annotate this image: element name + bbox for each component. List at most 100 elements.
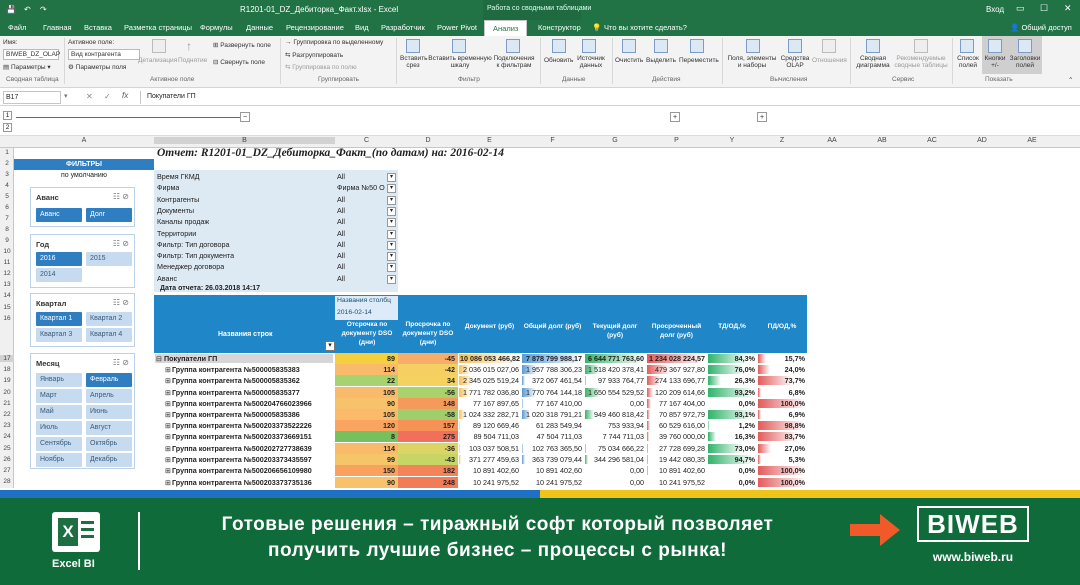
slicer-item[interactable]: Декабрь (86, 453, 132, 467)
row-header[interactable]: 24 (0, 433, 14, 440)
value-cell[interactable]: 77 167 410,00 (521, 398, 584, 409)
slicer-item[interactable]: Квартал 4 (86, 328, 132, 342)
dso-delay-cell[interactable]: 105 (335, 409, 398, 420)
value-cell[interactable]: 7 878 799 988,17 (521, 353, 584, 364)
tab-insert[interactable]: Вставка (84, 23, 112, 32)
expand-row-icon[interactable]: ⊞ (165, 467, 171, 475)
value-cell[interactable]: 1 650 554 529,52 (584, 387, 646, 398)
row-header[interactable]: 22 (0, 411, 14, 418)
drillup-button[interactable]: Поднятие (178, 57, 207, 64)
percent-cell[interactable]: 94,7% (707, 454, 757, 465)
undo-icon[interactable]: ↶ (24, 5, 31, 14)
value-cell[interactable]: 0,00 (584, 398, 646, 409)
row-label[interactable]: Группа контрагента №500203373522226 (172, 421, 340, 430)
value-cell[interactable]: 103 037 508,51 (458, 443, 521, 454)
column-header[interactable]: F (521, 137, 584, 144)
column-header[interactable]: AC (907, 137, 957, 144)
column-labels-header[interactable]: Названия столбц (337, 297, 391, 304)
expand-row-icon[interactable]: ⊞ (165, 456, 171, 464)
dso-overdue-cell[interactable]: -56 (398, 387, 458, 398)
value-cell[interactable]: 70 857 972,79 (646, 409, 707, 420)
pivot-options-button[interactable]: ▤ Параметры ▾ (3, 63, 51, 71)
column-header[interactable]: B (154, 137, 335, 144)
filter-dropdown-icon[interactable]: ▾ (387, 195, 396, 205)
drilldown-button[interactable]: Детализация (138, 57, 177, 64)
filter-value[interactable]: All (337, 206, 387, 215)
value-cell[interactable]: 1 957 788 306,23 (521, 364, 584, 375)
cancel-icon[interactable]: ✕ (86, 92, 93, 101)
slicer-quarter[interactable]: Квартал ☷ ⊘ Квартал 1 Квартал 2 Квартал … (30, 293, 135, 347)
percent-cell[interactable]: 15,7% (757, 353, 807, 364)
dso-delay-cell[interactable]: 22 (335, 375, 398, 386)
expand-row-icon[interactable]: ⊞ (165, 377, 171, 385)
slicer-item[interactable]: Май (36, 405, 82, 419)
pivot-column-header[interactable]: Текущий долг (руб) (584, 322, 646, 340)
dso-overdue-cell[interactable]: -58 (398, 409, 458, 420)
column-header[interactable]: C (335, 137, 398, 144)
row-header[interactable]: 20 (0, 389, 14, 396)
row-label[interactable]: Группа контрагента №500005835383 (172, 365, 340, 374)
filter-dropdown-icon[interactable]: ▾ (387, 240, 396, 250)
percent-cell[interactable]: 1,2% (707, 420, 757, 431)
filter-dropdown-icon[interactable]: ▾ (387, 218, 396, 228)
slicer-item[interactable]: 2014 (36, 268, 82, 282)
value-cell[interactable]: 1 518 420 378,41 (584, 364, 646, 375)
refresh-button[interactable]: Обновить (544, 57, 573, 64)
value-cell[interactable]: 39 760 000,00 (646, 431, 707, 442)
outline-level-2[interactable]: 2 (3, 123, 12, 132)
filter-dropdown-icon[interactable]: ▾ (387, 263, 396, 273)
slicer-year[interactable]: Год ☷ ⊘ 2016 2015 2014 (30, 234, 135, 288)
group-selection-button[interactable]: → Группировка по выделенному (285, 39, 383, 46)
row-label[interactable]: Группа контрагента №500005835377 (172, 388, 340, 397)
restore-icon[interactable]: ▭ (1016, 3, 1025, 14)
expand-group-icon[interactable]: + (670, 112, 680, 122)
dso-delay-cell[interactable]: 120 (335, 420, 398, 431)
tab-file[interactable]: Файл (8, 23, 26, 32)
select-button[interactable]: Выделить (646, 57, 676, 64)
percent-cell[interactable]: 100,0% (757, 465, 807, 476)
row-header[interactable]: 13 (0, 281, 14, 288)
filter-value[interactable]: All (337, 229, 387, 238)
pivot-column-header[interactable]: ПД/ОД,% (757, 322, 807, 331)
value-cell[interactable]: 19 442 080,35 (646, 454, 707, 465)
row-header[interactable]: 18 (0, 366, 14, 373)
dso-overdue-cell[interactable]: 275 (398, 431, 458, 442)
column-header[interactable]: AA (807, 137, 857, 144)
biweb-logo[interactable]: BIWEB (917, 506, 1029, 542)
row-label[interactable]: Группа контрагента №500206656109980 (172, 466, 340, 475)
value-cell[interactable]: 97 933 764,77 (584, 375, 646, 386)
value-cell[interactable]: 10 241 975,52 (646, 477, 707, 488)
dso-delay-cell[interactable]: 150 (335, 465, 398, 476)
slicer-item[interactable]: Июнь (86, 405, 132, 419)
column-header[interactable]: Z (757, 137, 807, 144)
filter-value[interactable]: All (337, 172, 387, 181)
value-cell[interactable]: 1 770 764 144,18 (521, 387, 584, 398)
expand-row-icon[interactable]: ⊞ (165, 445, 171, 453)
percent-cell[interactable]: 6,8% (757, 387, 807, 398)
slicer-item[interactable]: 2015 (86, 252, 132, 266)
value-cell[interactable]: 6 644 771 763,60 (584, 353, 646, 364)
percent-cell[interactable]: 6,9% (757, 409, 807, 420)
value-cell[interactable]: 949 460 818,42 (584, 409, 646, 420)
slicer-item[interactable]: 2016 (36, 252, 82, 266)
value-cell[interactable]: 10 891 402,60 (458, 465, 521, 476)
column-header[interactable]: AE (1007, 137, 1057, 144)
tab-home[interactable]: Главная (43, 23, 72, 32)
value-cell[interactable]: 7 744 711,03 (584, 431, 646, 442)
dso-overdue-cell[interactable]: -42 (398, 364, 458, 375)
dso-overdue-cell[interactable]: 248 (398, 477, 458, 488)
percent-cell[interactable]: 73,0% (707, 443, 757, 454)
dso-delay-cell[interactable]: 114 (335, 443, 398, 454)
name-box[interactable]: B17 (3, 91, 61, 104)
formula-input[interactable]: Покупатели ГП (140, 91, 1080, 104)
tell-me-input[interactable]: Что вы хотите сделать? (604, 23, 687, 32)
buttons-toggle[interactable]: Кнопки +/- (982, 55, 1008, 69)
value-cell[interactable]: 47 504 711,03 (521, 431, 584, 442)
column-header[interactable]: D (398, 137, 458, 144)
pivot-column-header[interactable]: Просроченный долг (руб) (646, 322, 707, 340)
percent-cell[interactable]: 100,0% (757, 398, 807, 409)
percent-cell[interactable]: 93,1% (707, 409, 757, 420)
slicer-item[interactable]: Аванс (36, 208, 82, 222)
filter-value[interactable]: All (337, 195, 387, 204)
value-cell[interactable]: 60 529 616,00 (646, 420, 707, 431)
